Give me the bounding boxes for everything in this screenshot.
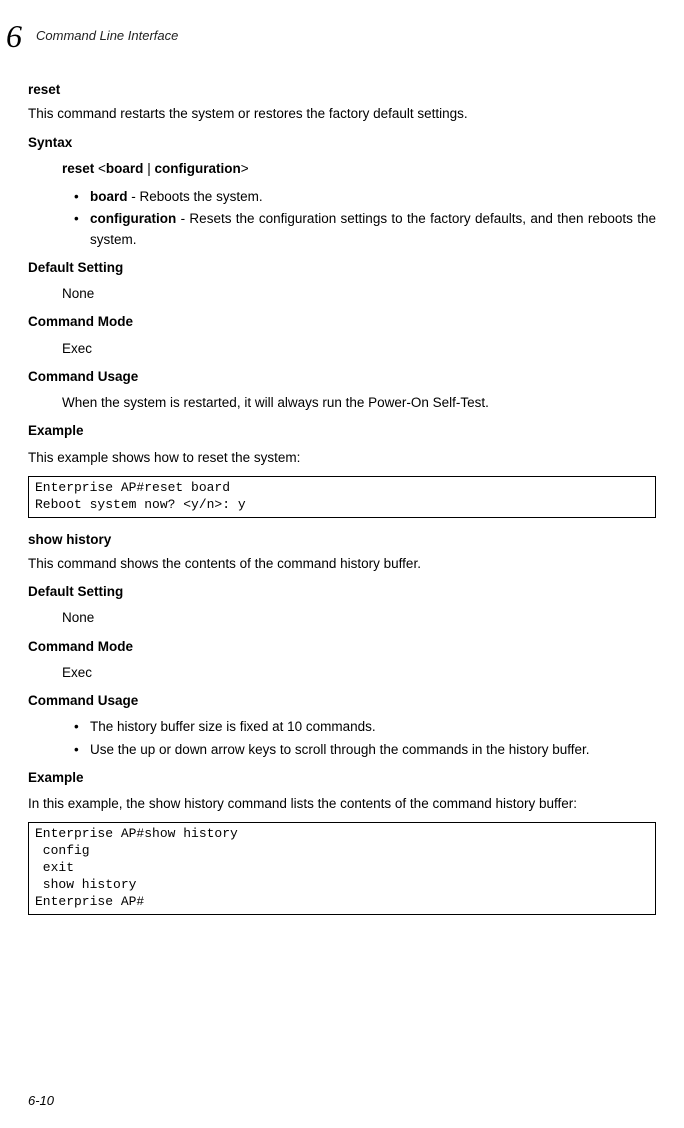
page-number: 6-10 (28, 1091, 54, 1111)
opt-board-desc: - Reboots the system. (128, 189, 263, 204)
showhistory-usage-list: The history buffer size is fixed at 10 c… (28, 717, 656, 760)
syntax-cmd: reset (62, 161, 94, 176)
syntax-opt1: board (106, 161, 144, 176)
list-item: Use the up or down arrow keys to scroll … (74, 740, 656, 760)
syntax-opt2: configuration (154, 161, 240, 176)
command-mode-value: Exec (28, 339, 656, 359)
default-setting-label: Default Setting (28, 258, 656, 278)
command-mode-label: Command Mode (28, 637, 656, 657)
syntax-sep: | (143, 161, 154, 176)
cmd-reset-desc: This command restarts the system or rest… (28, 104, 656, 124)
opt-config: configuration (90, 211, 176, 226)
code-block-showhistory: Enterprise AP#show history config exit s… (28, 822, 656, 914)
list-item: board - Reboots the system. (74, 187, 656, 207)
opt-board: board (90, 189, 128, 204)
command-usage-label: Command Usage (28, 691, 656, 711)
list-item: configuration - Resets the configuration… (74, 209, 656, 250)
default-setting-value: None (28, 608, 656, 628)
cmd-reset-title: reset (28, 80, 656, 100)
syntax-label: Syntax (28, 133, 656, 153)
example-label: Example (28, 768, 656, 788)
example-intro: In this example, the show history comman… (28, 794, 656, 814)
syntax-line: reset <board | configuration> (28, 159, 656, 179)
example-intro: This example shows how to reset the syst… (28, 448, 656, 468)
chapter-number: 6 (6, 12, 22, 60)
reset-option-list: board - Reboots the system. configuratio… (28, 187, 656, 250)
page-content: reset This command restarts the system o… (0, 80, 684, 915)
list-item: The history buffer size is fixed at 10 c… (74, 717, 656, 737)
command-usage-text: When the system is restarted, it will al… (28, 393, 656, 413)
header-title: Command Line Interface (36, 26, 178, 46)
command-usage-label: Command Usage (28, 367, 656, 387)
code-block-reset: Enterprise AP#reset board Reboot system … (28, 476, 656, 518)
syntax-open: < (94, 161, 106, 176)
cmd-showhistory-desc: This command shows the contents of the c… (28, 554, 656, 574)
command-mode-value: Exec (28, 663, 656, 683)
page-header: 6 Command Line Interface (0, 0, 684, 68)
default-setting-value: None (28, 284, 656, 304)
cmd-showhistory-title: show history (28, 530, 656, 550)
syntax-close: > (241, 161, 249, 176)
default-setting-label: Default Setting (28, 582, 656, 602)
command-mode-label: Command Mode (28, 312, 656, 332)
example-label: Example (28, 421, 656, 441)
